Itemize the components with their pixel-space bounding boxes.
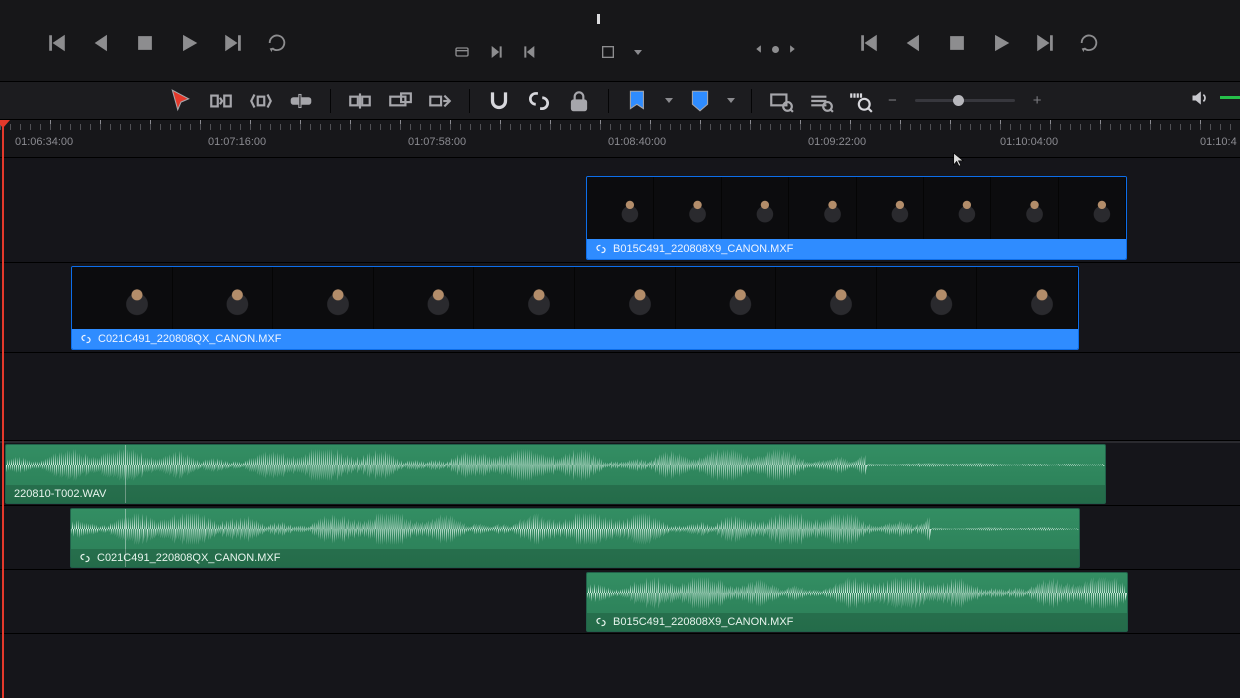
timeline-toolbar: − + bbox=[0, 82, 1240, 120]
step-back-icon[interactable] bbox=[90, 32, 112, 54]
zoom-slider[interactable] bbox=[915, 99, 1015, 102]
timeline-viewer-menu bbox=[600, 44, 642, 60]
go-to-end-icon[interactable] bbox=[1034, 32, 1056, 54]
clip-name: B015C491_220808X9_CANON.MXF bbox=[613, 616, 793, 628]
stop-icon[interactable] bbox=[946, 32, 968, 54]
detail-zoom-icon[interactable] bbox=[808, 88, 834, 114]
nav-next-icon[interactable] bbox=[787, 44, 797, 54]
clip-name: 220810-T002.WAV bbox=[14, 488, 106, 500]
timeline-transport-controls bbox=[858, 32, 1100, 54]
clip-label-bar: C021C491_220808QX_CANON.MXF bbox=[72, 329, 1078, 349]
ruler-timecode: 01:10:4 bbox=[1200, 136, 1237, 148]
clip-label-bar: C021C491_220808QX_CANON.MXF bbox=[71, 549, 1079, 567]
clip-thumbnails bbox=[587, 177, 1126, 239]
play-icon[interactable] bbox=[990, 32, 1012, 54]
overwrite-clip-icon[interactable] bbox=[387, 88, 413, 114]
match-frame-icon[interactable] bbox=[454, 44, 470, 60]
position-lock-icon[interactable] bbox=[566, 88, 592, 114]
marker-icon[interactable] bbox=[687, 88, 713, 114]
link-icon bbox=[595, 616, 607, 628]
stop-icon[interactable] bbox=[134, 32, 156, 54]
mouse-cursor-icon bbox=[952, 150, 966, 168]
ruler-timecode: 01:06:34:00 bbox=[15, 136, 73, 148]
chevron-down-icon[interactable] bbox=[727, 98, 735, 103]
go-to-start-icon[interactable] bbox=[858, 32, 880, 54]
chevron-down-icon[interactable] bbox=[665, 98, 673, 103]
clip-thumbnails bbox=[72, 267, 1078, 329]
chevron-down-icon[interactable] bbox=[634, 50, 642, 55]
audio-clip-a3[interactable]: B015C491_220808X9_CANON.MXF bbox=[586, 572, 1128, 632]
clip-name: C021C491_220808QX_CANON.MXF bbox=[97, 552, 280, 564]
source-range-controls bbox=[454, 44, 538, 60]
clip-name: C021C491_220808QX_CANON.MXF bbox=[98, 333, 281, 345]
link-icon bbox=[80, 333, 92, 345]
flag-icon[interactable] bbox=[625, 88, 651, 114]
ruler-timecode: 01:09:22:00 bbox=[808, 136, 866, 148]
zoom-out-button[interactable]: − bbox=[888, 92, 897, 109]
dynamic-trim-tool-icon[interactable] bbox=[248, 88, 274, 114]
timeline-ruler[interactable]: 01:06:34:00 01:07:16:00 01:07:58:00 01:08:4… bbox=[0, 120, 1240, 158]
volume-icon[interactable] bbox=[1190, 88, 1210, 108]
viewer-playhead-marker bbox=[597, 14, 600, 24]
nav-prev-icon[interactable] bbox=[754, 44, 764, 54]
toolbar-divider bbox=[608, 89, 609, 113]
source-transport-controls bbox=[46, 32, 288, 54]
zoom-in-button[interactable]: + bbox=[1033, 92, 1042, 109]
step-back-icon[interactable] bbox=[902, 32, 924, 54]
timeline-playhead[interactable] bbox=[2, 120, 4, 698]
link-icon bbox=[595, 243, 607, 255]
audio-waveform bbox=[71, 509, 1079, 549]
ruler-timecode: 01:07:58:00 bbox=[408, 136, 466, 148]
full-extent-zoom-icon[interactable] bbox=[768, 88, 794, 114]
custom-zoom-icon[interactable] bbox=[848, 88, 874, 114]
insert-clip-icon[interactable] bbox=[347, 88, 373, 114]
ruler-timecode: 01:07:16:00 bbox=[208, 136, 266, 148]
loop-icon[interactable] bbox=[1078, 32, 1100, 54]
video-clip-v2[interactable]: B015C491_220808X9_CANON.MXF bbox=[586, 176, 1127, 260]
clip-label-bar: 220810-T002.WAV bbox=[6, 485, 1105, 503]
ruler-timecode: 01:08:40:00 bbox=[608, 136, 666, 148]
go-to-end-icon[interactable] bbox=[222, 32, 244, 54]
audio-clip-a2[interactable]: C021C491_220808QX_CANON.MXF bbox=[70, 508, 1080, 568]
clip-label-bar: B015C491_220808X9_CANON.MXF bbox=[587, 239, 1126, 259]
replace-clip-icon[interactable] bbox=[427, 88, 453, 114]
viewer-transport-bar bbox=[0, 0, 1240, 82]
link-icon bbox=[79, 552, 91, 564]
timeline-nav-dots bbox=[754, 44, 797, 54]
clip-name: B015C491_220808X9_CANON.MXF bbox=[613, 243, 793, 255]
audio-waveform bbox=[6, 445, 1105, 485]
ruler-timecode: 01:10:04:00 bbox=[1000, 136, 1058, 148]
volume-level-bar[interactable] bbox=[1220, 96, 1240, 99]
loop-icon[interactable] bbox=[266, 32, 288, 54]
nav-dot-icon[interactable] bbox=[772, 46, 779, 53]
ruler-ticks bbox=[0, 120, 1240, 130]
next-edit-icon[interactable] bbox=[488, 44, 504, 60]
linked-selection-icon[interactable] bbox=[526, 88, 552, 114]
crop-icon[interactable] bbox=[600, 44, 616, 60]
audio-waveform bbox=[587, 573, 1127, 613]
audio-clip-a1[interactable]: 220810-T002.WAV bbox=[5, 444, 1106, 504]
snapping-icon[interactable] bbox=[486, 88, 512, 114]
zoom-slider-knob[interactable] bbox=[953, 95, 964, 106]
toolbar-divider bbox=[469, 89, 470, 113]
timeline-tracks-area[interactable]: B015C491_220808X9_CANON.MXF C021C491_220… bbox=[0, 158, 1240, 698]
blade-tool-icon[interactable] bbox=[288, 88, 314, 114]
video-clip-v1[interactable]: C021C491_220808QX_CANON.MXF bbox=[71, 266, 1079, 350]
trim-edit-tool-icon[interactable] bbox=[208, 88, 234, 114]
toolbar-divider bbox=[751, 89, 752, 113]
selection-tool-icon[interactable] bbox=[168, 88, 194, 114]
toolbar-divider bbox=[330, 89, 331, 113]
clip-label-bar: B015C491_220808X9_CANON.MXF bbox=[587, 613, 1127, 631]
prev-edit-icon[interactable] bbox=[522, 44, 538, 60]
play-icon[interactable] bbox=[178, 32, 200, 54]
go-to-start-icon[interactable] bbox=[46, 32, 68, 54]
